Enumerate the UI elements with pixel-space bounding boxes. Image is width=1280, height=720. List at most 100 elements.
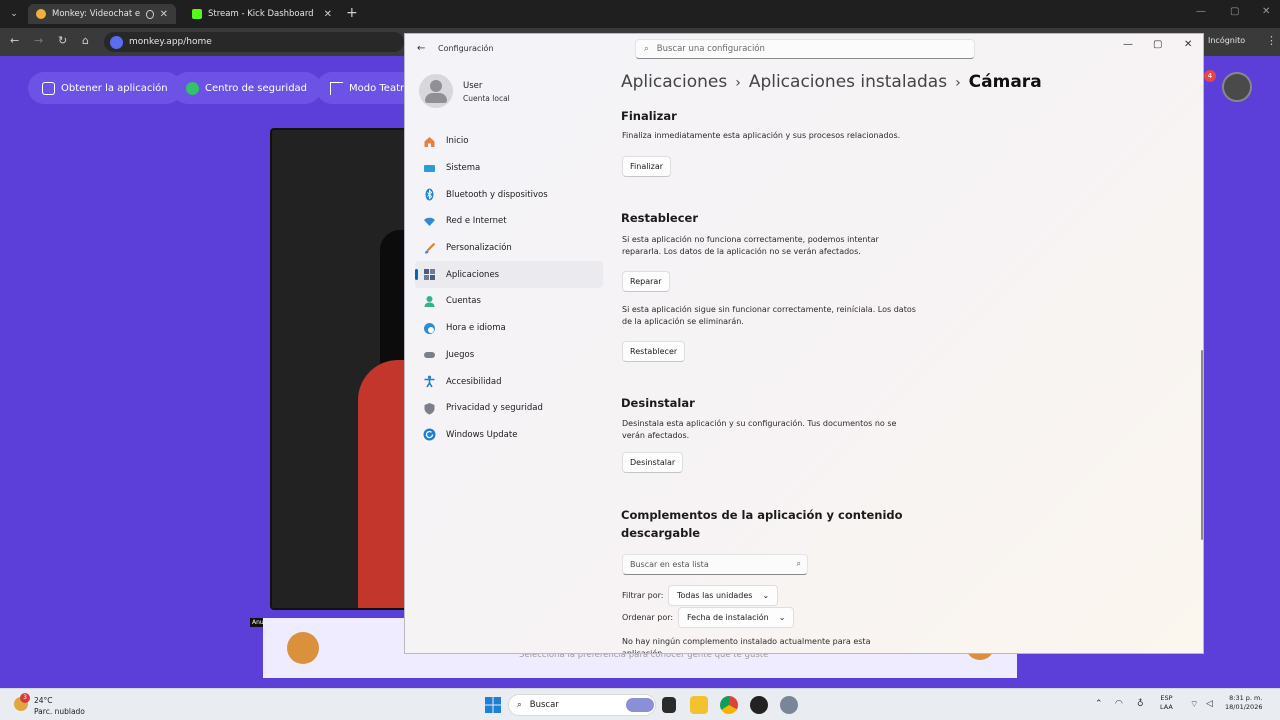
breadcrumb-instaladas[interactable]: Aplicaciones instaladas — [749, 72, 947, 92]
profile-avatar[interactable] — [1222, 72, 1252, 102]
search-placeholder: Buscar una configuración — [656, 44, 765, 54]
browser-menu-icon[interactable]: ⋮ — [1266, 34, 1277, 47]
nav-item-cuentas[interactable]: Cuentas — [415, 288, 603, 315]
input-language[interactable]: ESP LAA — [1160, 694, 1173, 712]
reset-button[interactable]: Restablecer — [622, 341, 686, 362]
filter-dropdown[interactable]: Todas las unidades ⌄ — [668, 585, 779, 606]
no-addons-message: No hay ningún complemento instalado actu… — [622, 637, 871, 654]
nav-item-red[interactable]: Red e Internet — [415, 208, 603, 235]
nav-label: Sistema — [446, 163, 481, 174]
controller-icon — [423, 348, 436, 361]
site-info-icon[interactable] — [110, 35, 123, 49]
tab-kick[interactable]: Stream - Kick Dashboard ✕ — [184, 4, 340, 24]
safety-center-label: Centro de seguridad — [205, 82, 308, 94]
browser-tab-strip: ⌄ Monkey: Videochat en vivo ✕ Stream - K… — [0, 0, 1280, 28]
nav-item-accesibilidad[interactable]: Accesibilidad — [415, 368, 603, 395]
expand-icon — [330, 81, 343, 95]
back-arrow-icon[interactable]: ← — [10, 34, 19, 47]
tab-search-dropdown-icon[interactable]: ⌄ — [6, 6, 22, 22]
nav-item-personalizacion[interactable]: Personalización — [415, 235, 603, 262]
close-icon[interactable]: ✕ — [1184, 39, 1192, 50]
nav-item-bluetooth[interactable]: Bluetooth y dispositivos — [415, 181, 603, 208]
settings-scrollbar[interactable] — [1201, 350, 1203, 540]
search-icon: ⌕ — [644, 44, 649, 54]
task-view-icon[interactable] — [662, 697, 676, 713]
sort-label: Ordenar por: — [622, 613, 674, 622]
breadcrumb-aplicaciones[interactable]: Aplicaciones — [621, 72, 727, 92]
shield-icon — [423, 402, 436, 415]
file-explorer-icon[interactable] — [690, 696, 708, 714]
reset-description: Si esta aplicación sigue sin funcionar c… — [622, 305, 916, 326]
minimize-icon[interactable]: — — [1196, 6, 1206, 17]
update-icon — [423, 428, 436, 441]
sort-dropdown[interactable]: Fecha de instalación ⌄ — [678, 607, 795, 628]
chevron-up-icon[interactable]: ⌃ — [1095, 699, 1103, 709]
nav-item-juegos[interactable]: Juegos — [415, 342, 603, 369]
repair-button[interactable]: Reparar — [622, 271, 670, 292]
reload-icon[interactable]: ↻ — [58, 34, 67, 47]
nav-item-inicio[interactable]: Inicio — [415, 128, 603, 155]
weather-temp: 24°C — [34, 696, 53, 705]
addons-heading: Complementos de la aplicación y contenid… — [621, 508, 903, 540]
nav-label: Bluetooth y dispositivos — [446, 189, 548, 200]
minimize-icon[interactable]: — — [1123, 39, 1133, 50]
nav-label: Red e Internet — [446, 216, 507, 227]
apps-icon — [423, 268, 436, 281]
windows-taskbar: 3 24°C Parc. nublado ⌕ Buscar ⌃ ◠ ♁ ESP … — [0, 688, 1280, 720]
volume-icon[interactable]: ◁ — [1206, 699, 1213, 709]
nav-label: Inicio — [446, 136, 469, 147]
close-tab-icon[interactable]: ✕ — [324, 9, 332, 20]
forward-arrow-icon[interactable]: → — [34, 34, 43, 47]
chevron-right-icon: › — [955, 75, 961, 91]
incognito-label: Incógnito — [1208, 36, 1246, 45]
close-window-icon[interactable]: ✕ — [1262, 6, 1270, 17]
get-app-button[interactable]: Obtener la aplicación — [28, 72, 182, 104]
search-highlight-icon[interactable] — [626, 698, 654, 712]
microphone-icon[interactable]: ♁ — [1137, 699, 1144, 709]
obs-icon[interactable] — [750, 696, 768, 714]
person-shirt — [358, 360, 408, 608]
clock-globe-icon — [423, 322, 436, 335]
maximize-icon[interactable]: ▢ — [1230, 6, 1239, 17]
user-account-type: Cuenta local — [463, 94, 510, 103]
safety-center-button[interactable]: Centro de seguridad — [172, 72, 322, 104]
repair-description: Si esta aplicación no funciona correctam… — [622, 235, 879, 256]
new-tab-icon[interactable]: + — [346, 5, 358, 21]
recording-indicator-icon — [146, 9, 154, 19]
clock-date: 18/01/2026 — [1225, 703, 1263, 711]
settings-gear-icon[interactable] — [780, 696, 798, 714]
user-avatar-icon — [419, 74, 453, 108]
tab-monkey[interactable]: Monkey: Videochat en vivo ✕ — [28, 4, 176, 24]
system-clock[interactable]: 8:31 p. m. 18/01/2026 — [1225, 694, 1262, 712]
home-icon[interactable]: ⌂ — [82, 34, 89, 47]
theater-mode-label: Modo Teatro — [349, 82, 411, 94]
network-icon[interactable]: ◠ — [1115, 699, 1123, 709]
settings-nav: Inicio Sistema Bluetooth y dispositivos … — [415, 128, 603, 448]
wifi-icon[interactable]: ⌔ — [1190, 699, 1198, 710]
nav-label: Cuentas — [446, 296, 481, 307]
windows-start-icon[interactable] — [484, 696, 502, 714]
account-icon — [423, 295, 436, 308]
chrome-icon[interactable] — [720, 696, 738, 714]
nav-item-windows-update[interactable]: Windows Update — [415, 422, 603, 449]
nav-item-hora[interactable]: Hora e idioma — [415, 315, 603, 342]
nav-label: Aplicaciones — [446, 269, 500, 280]
back-arrow-icon[interactable]: ← — [417, 43, 425, 54]
nav-item-privacidad[interactable]: Privacidad y seguridad — [415, 395, 603, 422]
user-name: User — [463, 81, 483, 91]
close-tab-icon[interactable]: ✕ — [160, 9, 168, 20]
settings-search-input[interactable]: ⌕ Buscar una configuración — [635, 39, 975, 59]
uninstall-button[interactable]: Desinstalar — [622, 452, 684, 473]
nav-item-aplicaciones[interactable]: Aplicaciones — [415, 261, 603, 289]
address-bar[interactable]: monkey.app/home — [104, 32, 404, 52]
brush-icon — [423, 242, 436, 255]
filter-value: Todas las unidades — [677, 591, 753, 600]
get-app-label: Obtener la aplicación — [61, 82, 168, 94]
restablecer-heading: Restablecer — [621, 211, 699, 225]
addons-search-input[interactable]: Buscar en esta lista ⌕ — [622, 554, 808, 575]
maximize-icon[interactable]: ▢ — [1153, 39, 1162, 50]
chevron-down-icon: ⌄ — [762, 591, 770, 600]
nav-item-sistema[interactable]: Sistema — [415, 155, 603, 182]
video-feed — [270, 128, 410, 610]
finalizar-button[interactable]: Finalizar — [622, 156, 672, 177]
